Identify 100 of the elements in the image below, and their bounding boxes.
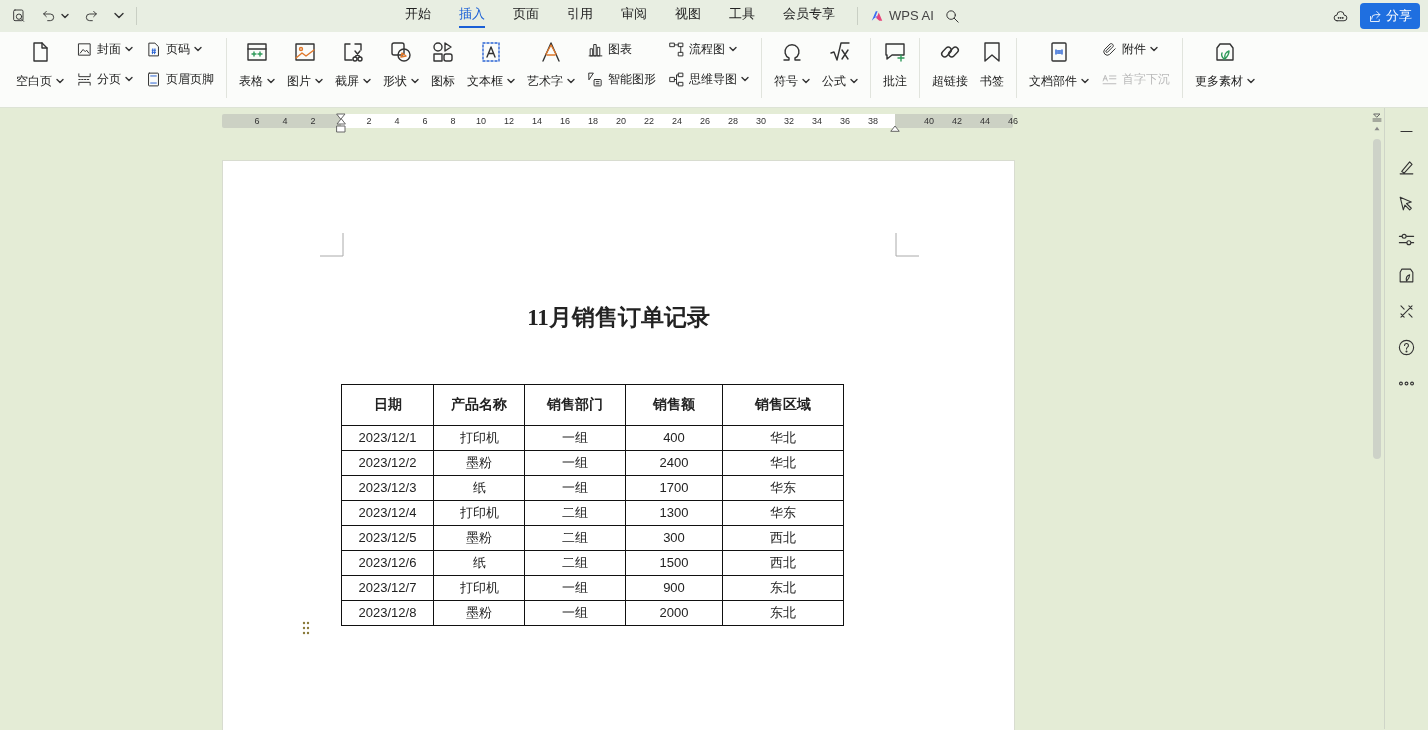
table-cell: 墨粉 — [433, 600, 525, 625]
document-title: 11月销售订单记录 — [526, 304, 711, 332]
ribbon-tab[interactable]: 审阅 — [621, 4, 647, 28]
ruler-number: 4 — [393, 115, 401, 128]
table-move-handle-icon[interactable] — [302, 621, 310, 635]
header-footer-icon — [145, 70, 162, 88]
table-cell: 纸 — [433, 550, 525, 575]
ribbon-button[interactable]: 超链接 — [928, 38, 972, 92]
undo-icon — [41, 8, 57, 24]
table-cell: 2023/12/1 — [341, 425, 434, 450]
ribbon-tab[interactable]: 开始 — [405, 4, 431, 28]
material-library-icon — [1213, 40, 1237, 64]
column-header: 销售额 — [625, 384, 723, 425]
ruler-number: 40 — [923, 115, 935, 128]
table-cell: 2023/12/5 — [341, 525, 434, 550]
column-header: 销售区域 — [722, 384, 844, 425]
table-cell: 华北 — [722, 450, 844, 475]
ribbon-tab[interactable]: 插入 — [459, 4, 485, 28]
smart-graphic-icon — [587, 70, 604, 88]
ruler-number: 36 — [839, 115, 851, 128]
ruler-number: 38 — [867, 115, 879, 128]
icons-grid-icon — [431, 40, 455, 64]
material-library-icon[interactable] — [1397, 266, 1416, 285]
table-cell: 2023/12/8 — [341, 600, 434, 625]
table-cell: 一组 — [524, 475, 626, 500]
table-cell: 纸 — [433, 475, 525, 500]
ribbon-button[interactable]: 页眉页脚 — [141, 68, 218, 90]
ribbon-button[interactable]: 智能图形 — [583, 68, 660, 90]
table-cell: 华东 — [722, 500, 844, 525]
table-cell: 华北 — [722, 425, 844, 450]
help-icon[interactable] — [1397, 338, 1416, 357]
ribbon-button[interactable]: 流程图 — [664, 38, 753, 60]
ribbon-button[interactable]: 页码 — [141, 38, 218, 60]
ribbon-button[interactable]: 图标 — [427, 38, 459, 92]
ribbon-button[interactable]: 封面 — [72, 38, 137, 60]
table-icon — [245, 40, 269, 64]
right-indent-marker-icon[interactable] — [890, 124, 900, 132]
table-cell: 1700 — [625, 475, 723, 500]
table-cell: 西北 — [722, 550, 844, 575]
table-cell: 一组 — [524, 450, 626, 475]
pen-icon[interactable] — [1397, 158, 1416, 177]
scrollbar-thumb[interactable] — [1373, 139, 1381, 459]
table-cell: 东北 — [722, 600, 844, 625]
ribbon-button[interactable]: 空白页 — [12, 38, 68, 92]
ruler-number: 16 — [559, 115, 571, 128]
scroll-up-icon[interactable] — [1373, 126, 1381, 131]
page-break-icon — [76, 70, 93, 88]
ruler-number: 4 — [281, 115, 289, 128]
ruler-number: 34 — [811, 115, 823, 128]
picture-frame-icon — [76, 40, 93, 58]
table-cell: 二组 — [524, 525, 626, 550]
ribbon-button[interactable]: 截屏 — [331, 38, 375, 92]
chevron-down-icon — [113, 12, 125, 20]
share-icon — [1368, 8, 1383, 24]
ribbon-button[interactable]: 更多素材 — [1191, 38, 1259, 92]
ai-logo-icon — [869, 9, 885, 23]
ai-button[interactable]: WPS AI — [866, 4, 937, 28]
table-cell: 东北 — [722, 575, 844, 600]
ruler-number: 22 — [643, 115, 655, 128]
table-cell: 2400 — [625, 450, 723, 475]
ribbon-button[interactable]: 思维导图 — [664, 68, 753, 90]
tools-icon[interactable] — [1397, 302, 1416, 321]
ribbon-button[interactable]: 图片 — [283, 38, 327, 92]
indent-marker-icon[interactable] — [336, 111, 346, 135]
ribbon-button[interactable]: 文本框 — [463, 38, 519, 92]
caret-icon — [61, 13, 69, 19]
ruler-number: 42 — [951, 115, 963, 128]
ribbon-button[interactable]: 形状 — [379, 38, 423, 92]
ribbon-button[interactable]: 符号 — [770, 38, 814, 92]
table-cell: 一组 — [524, 425, 626, 450]
ribbon-tab[interactable]: 工具 — [729, 4, 755, 28]
ribbon-button[interactable]: 分页 — [72, 68, 137, 90]
ribbon-button[interactable]: 文档部件 — [1025, 38, 1093, 92]
share-button[interactable]: 分享 — [1360, 3, 1420, 29]
comment-icon — [883, 40, 907, 64]
split-view-icon[interactable] — [1372, 112, 1382, 122]
corner-mark-icon — [320, 233, 344, 257]
ruler-number: 10 — [475, 115, 487, 128]
table-cell: 华东 — [722, 475, 844, 500]
ribbon-tab[interactable]: 会员专享 — [783, 4, 835, 28]
ribbon-tab[interactable]: 引用 — [567, 4, 593, 28]
ribbon-button[interactable]: 图表 — [583, 38, 660, 60]
ribbon-button[interactable]: 附件 — [1097, 38, 1174, 60]
ruler-number: 28 — [727, 115, 739, 128]
ribbon-tab[interactable]: 页面 — [513, 4, 539, 28]
flowchart-icon — [668, 40, 685, 58]
ruler-number: 12 — [503, 115, 515, 128]
ribbon-button[interactable]: 批注 — [879, 38, 911, 92]
ruler-number: 8 — [449, 115, 457, 128]
ribbon-button[interactable]: 书签 — [976, 38, 1008, 92]
column-header: 销售部门 — [524, 384, 626, 425]
ribbon-tab[interactable]: 视图 — [675, 4, 701, 28]
table-cell: 二组 — [524, 550, 626, 575]
column-header: 日期 — [341, 384, 434, 425]
table-cell: 400 — [625, 425, 723, 450]
ribbon-button[interactable]: 艺术字 — [523, 38, 579, 92]
ribbon-button[interactable]: 表格 — [235, 38, 279, 92]
search-icon — [943, 7, 961, 25]
table-cell: 西北 — [722, 525, 844, 550]
ribbon-button[interactable]: 公式 — [818, 38, 862, 92]
